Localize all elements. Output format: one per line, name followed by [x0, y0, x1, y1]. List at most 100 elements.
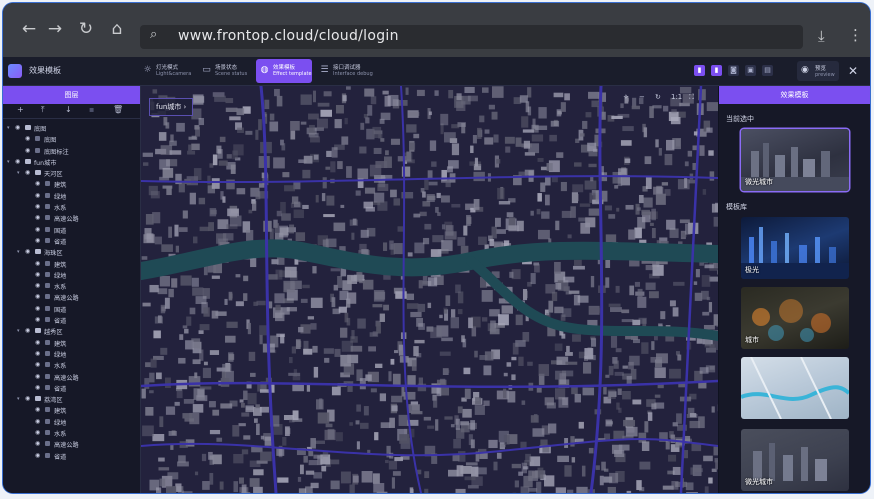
city-map[interactable]	[141, 86, 718, 493]
layer-tree-item[interactable]: ▾ ◉ fun城市	[3, 157, 140, 168]
layer-tree-item[interactable]: ◉ 高速公路	[3, 372, 140, 383]
layer-tree-item[interactable]: ◉ 底图标注	[3, 146, 140, 157]
layer-tree-item[interactable]: ◉ 省道	[3, 236, 140, 247]
visibility-eye-icon[interactable]: ◉	[25, 147, 30, 154]
visibility-eye-icon[interactable]: ◉	[35, 361, 40, 368]
visibility-eye-icon[interactable]: ◉	[35, 339, 40, 346]
layer-tree-item[interactable]: ◉ 水系	[3, 202, 140, 213]
layer-tree-item[interactable]: ▾ ◉ 越秀区	[3, 326, 140, 337]
visibility-eye-icon[interactable]: ◉	[35, 440, 40, 447]
template-thumb-city[interactable]: 城市	[741, 287, 849, 349]
layer-tree-item[interactable]: ▾ ◉ 天河区	[3, 168, 140, 179]
map-viewport[interactable]: fun城市 › ✧ − ↻ 1:1 ⛶	[141, 86, 718, 493]
visibility-eye-icon[interactable]: ◉	[35, 418, 40, 425]
layer-tree-item[interactable]: ◉ 绿地	[3, 270, 140, 281]
visibility-eye-icon[interactable]: ◉	[35, 293, 40, 300]
visibility-eye-icon[interactable]: ◉	[15, 124, 20, 131]
layer-tree-item[interactable]: ◉ 绿地	[3, 349, 140, 360]
visibility-eye-icon[interactable]: ◉	[35, 429, 40, 436]
visibility-eye-icon[interactable]: ◉	[35, 406, 40, 413]
kebab-menu-icon[interactable]: ⋮	[848, 26, 863, 44]
visibility-eye-icon[interactable]: ◉	[25, 248, 30, 255]
visibility-eye-icon[interactable]: ◉	[35, 214, 40, 221]
scale-ratio[interactable]: 1:1	[671, 93, 682, 101]
compass-icon[interactable]: ✧	[623, 93, 629, 101]
panel-right-toggle-icon[interactable]: ▮	[711, 65, 722, 76]
layer-tree-item[interactable]: ◉ 建筑	[3, 179, 140, 190]
visibility-eye-icon[interactable]: ◉	[25, 169, 30, 176]
add-icon[interactable]: +	[17, 105, 24, 114]
visibility-eye-icon[interactable]: ◉	[25, 327, 30, 334]
document-icon[interactable]: ▤	[762, 65, 773, 76]
expand-arrow-icon[interactable]: ▾	[17, 396, 20, 402]
fullscreen-icon[interactable]: ⛶	[689, 93, 694, 102]
visibility-eye-icon[interactable]: ◉	[35, 203, 40, 210]
visibility-eye-icon[interactable]: ◉	[35, 237, 40, 244]
visibility-eye-icon[interactable]: ◉	[35, 384, 40, 391]
layer-tree-item[interactable]: ◉ 水系	[3, 281, 140, 292]
move-down-icon[interactable]: ↓	[65, 105, 72, 114]
expand-arrow-icon[interactable]: ▾	[17, 328, 20, 334]
visibility-eye-icon[interactable]: ◉	[35, 260, 40, 267]
visibility-eye-icon[interactable]: ◉	[35, 180, 40, 187]
visibility-eye-icon[interactable]: ◉	[35, 350, 40, 357]
current-template-thumb[interactable]: 微光城市	[741, 129, 849, 191]
visibility-eye-icon[interactable]: ◉	[15, 158, 20, 165]
address-bar[interactable]: ⌕ www.frontop.cloud/cloud/login	[140, 25, 803, 49]
template-thumb-glow-city[interactable]: 微光城市	[741, 429, 849, 491]
camera-icon[interactable]: ◙	[728, 65, 739, 76]
layer-tree-item[interactable]: ◉ 建筑	[3, 405, 140, 416]
layer-tree-item[interactable]: ◉ 绿地	[3, 191, 140, 202]
visibility-eye-icon[interactable]: ◉	[35, 192, 40, 199]
move-top-icon[interactable]: ⤒	[41, 105, 45, 115]
visibility-eye-icon[interactable]: ◉	[35, 305, 40, 312]
layer-tree-item[interactable]: ▾ ◉ 底图	[3, 123, 140, 134]
layer-tree-item[interactable]: ◉ 高速公路	[3, 439, 140, 450]
expand-arrow-icon[interactable]: ▾	[7, 159, 10, 165]
home-icon[interactable]: ⌂	[107, 19, 127, 39]
template-thumb-aurora[interactable]: 极光	[741, 217, 849, 279]
layer-tree-item[interactable]: ◉ 水系	[3, 360, 140, 371]
forward-arrow-icon[interactable]: →	[45, 19, 65, 39]
layer-tree-item[interactable]: ◉ 高速公路	[3, 292, 140, 303]
layer-tree-item[interactable]: ◉ 省道	[3, 383, 140, 394]
preview-button[interactable]: ◉ 预览 preview	[797, 61, 839, 81]
visibility-eye-icon[interactable]: ◉	[25, 395, 30, 402]
visibility-eye-icon[interactable]: ◉	[35, 226, 40, 233]
expand-arrow-icon[interactable]: ▾	[7, 125, 10, 131]
tool-light-camera[interactable]: ☼ 灯光模式 Light&camera	[139, 59, 195, 83]
reload-icon[interactable]: ↻	[76, 19, 96, 39]
map-breadcrumb[interactable]: fun城市 ›	[149, 98, 194, 116]
visibility-eye-icon[interactable]: ◉	[35, 271, 40, 278]
tool-scene-status[interactable]: ▭ 场景状态 Scene status	[198, 59, 254, 83]
layer-tree-item[interactable]: ◉ 国道	[3, 304, 140, 315]
layer-tree-item[interactable]: ◉ 高速公路	[3, 213, 140, 224]
visibility-eye-icon[interactable]: ◉	[35, 316, 40, 323]
template-thumb-light[interactable]	[741, 357, 849, 419]
tool-effect-template[interactable]: ◍ 效果模板 Effect template	[256, 59, 312, 83]
visibility-eye-icon[interactable]: ◉	[25, 135, 30, 142]
layer-tree-item[interactable]: ◉ 省道	[3, 315, 140, 326]
layer-tree-item[interactable]: ▾ ◉ 海珠区	[3, 247, 140, 258]
layer-tree-item[interactable]: ◉ 国道	[3, 225, 140, 236]
layer-tree-item[interactable]: ◉ 绿地	[3, 417, 140, 428]
tool-interface-debug[interactable]: ☰ 接口调试器 Interface debug	[316, 59, 372, 83]
back-arrow-icon[interactable]: ←	[19, 19, 39, 39]
image-icon[interactable]: ▣	[745, 65, 756, 76]
layer-tree-item[interactable]: ◉ 省道	[3, 451, 140, 462]
rotate-icon[interactable]: ↻	[655, 93, 661, 101]
layer-tree-item[interactable]: ◉ 建筑	[3, 338, 140, 349]
minus-icon[interactable]: −	[639, 93, 645, 101]
delete-icon[interactable]: 🗑	[113, 105, 123, 114]
layer-tree-item[interactable]: ▾ ◉ 荔湾区	[3, 394, 140, 405]
layer-tree-item[interactable]: ◉ 水系	[3, 428, 140, 439]
panel-left-toggle-icon[interactable]: ▮	[694, 65, 705, 76]
layer-tree-item[interactable]: ◉ 建筑	[3, 259, 140, 270]
expand-arrow-icon[interactable]: ▾	[17, 170, 20, 176]
visibility-eye-icon[interactable]: ◉	[35, 282, 40, 289]
close-icon[interactable]: ✕	[844, 61, 862, 81]
visibility-eye-icon[interactable]: ◉	[35, 373, 40, 380]
download-icon[interactable]: ⤓	[818, 27, 825, 45]
expand-arrow-icon[interactable]: ▾	[17, 249, 20, 255]
visibility-eye-icon[interactable]: ◉	[35, 452, 40, 459]
